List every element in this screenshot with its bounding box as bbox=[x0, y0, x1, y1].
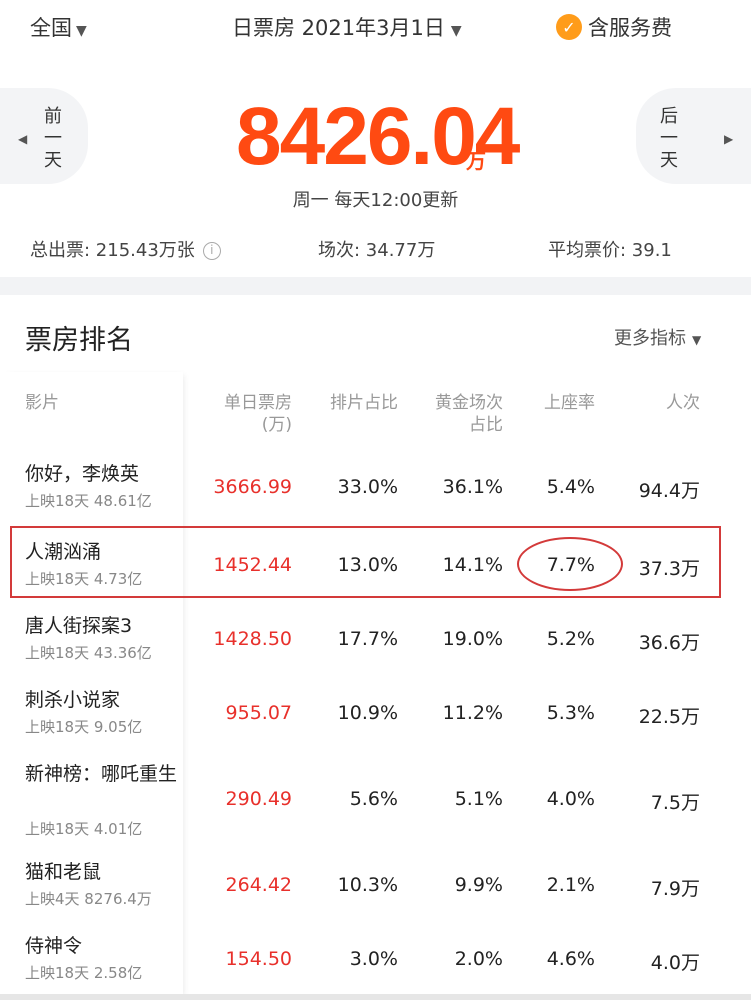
update-note: 周一 每天12:00更新 bbox=[292, 190, 459, 211]
screening-share-cell: 10.3% bbox=[337, 874, 398, 896]
table-row[interactable]: 刺杀小说家上映18天 9.05亿 955.07 10.9% 11.2% 5.3% 22.5… bbox=[0, 688, 751, 758]
film-name: 侍神令 bbox=[25, 935, 83, 957]
next-char: 一 bbox=[660, 128, 678, 149]
top-bar: 全国 ▼ 日票房 2021年3月1日 ▼ ✓ 含服务费 bbox=[0, 0, 751, 60]
bottom-divider bbox=[0, 994, 751, 1000]
check-icon: ✓ bbox=[556, 14, 582, 40]
attendance-cell: 4.0万 bbox=[650, 952, 700, 974]
film-release-info: 上映18天 2.58亿 bbox=[25, 964, 143, 982]
date-selector[interactable]: 日票房 2021年3月1日 ▼ bbox=[232, 12, 462, 42]
header-attendance[interactable]: 人次 bbox=[620, 392, 700, 414]
header-screening-share[interactable]: 排片占比 bbox=[310, 392, 398, 414]
date-label: 日票房 2021年3月1日 bbox=[232, 16, 445, 40]
screening-share-cell: 10.9% bbox=[337, 702, 398, 724]
golden-share-cell: 11.2% bbox=[442, 702, 503, 724]
table-row[interactable]: 侍神令上映18天 2.58亿 154.50 3.0% 2.0% 4.6% 4.0万 bbox=[0, 934, 751, 1000]
next-char: 天 bbox=[660, 150, 678, 171]
caret-down-icon: ▼ bbox=[450, 23, 462, 39]
header-occupancy[interactable]: 上座率 bbox=[520, 392, 595, 414]
golden-share-cell: 5.1% bbox=[454, 788, 503, 810]
golden-share-cell: 19.0% bbox=[442, 628, 503, 650]
film-release-info: 上映18天 4.01亿 bbox=[25, 820, 143, 838]
film-release-info: 上映18天 9.05亿 bbox=[25, 718, 143, 736]
golden-share-cell: 36.1% bbox=[442, 476, 503, 498]
attendance-cell: 22.5万 bbox=[638, 706, 700, 728]
service-fee-toggle[interactable]: ✓ 含服务费 bbox=[556, 12, 672, 42]
screening-share-cell: 5.6% bbox=[349, 788, 398, 810]
occupancy-cell: 5.2% bbox=[546, 628, 595, 650]
box-office-cell: 3666.99 bbox=[213, 476, 292, 498]
header-golden-share[interactable]: 黄金场次 占比 bbox=[415, 392, 503, 436]
film-name: 新神榜：哪吒重生 bbox=[25, 763, 178, 785]
header-film: 影片 bbox=[25, 393, 59, 413]
golden-share-cell: 2.0% bbox=[454, 948, 503, 970]
film-name: 你好，李焕英 bbox=[25, 463, 140, 485]
film-name: 刺杀小说家 bbox=[25, 689, 121, 711]
region-selector[interactable]: 全国 ▼ bbox=[30, 12, 87, 42]
table-row[interactable]: 你好，李焕英上映18天 48.61亿 3666.99 33.0% 36.1% 5.4% 9… bbox=[0, 462, 751, 532]
box-office-cell: 290.49 bbox=[225, 788, 292, 810]
info-icon[interactable]: i bbox=[202, 242, 221, 260]
avg-price-stat: 平均票价: 39.1 bbox=[548, 240, 672, 261]
next-char: 后 bbox=[660, 106, 678, 127]
box-office-cell: 154.50 bbox=[225, 948, 292, 970]
prev-char: 天 bbox=[44, 150, 62, 171]
screening-share-cell: 17.7% bbox=[337, 628, 398, 650]
screening-share-cell: 33.0% bbox=[337, 476, 398, 498]
occupancy-cell: 2.1% bbox=[546, 874, 595, 896]
film-release-info: 上映18天 43.36亿 bbox=[25, 644, 152, 662]
next-day-button[interactable]: 后 一 天 ▶ bbox=[636, 88, 751, 184]
prev-char: 一 bbox=[44, 128, 62, 149]
screening-share-cell: 3.0% bbox=[349, 948, 398, 970]
occupancy-cell: 4.6% bbox=[546, 948, 595, 970]
box-office-cell: 1428.50 bbox=[213, 628, 292, 650]
caret-down-icon: ▼ bbox=[692, 333, 702, 347]
section-divider bbox=[0, 277, 751, 295]
caret-down-icon: ▼ bbox=[76, 23, 87, 39]
golden-share-cell: 9.9% bbox=[454, 874, 503, 896]
film-release-info: 上映4天 8276.4万 bbox=[25, 890, 152, 908]
attendance-cell: 36.6万 bbox=[638, 632, 700, 654]
attendance-cell: 94.4万 bbox=[638, 480, 700, 502]
table-row[interactable]: 新神榜：哪吒重生上映18天 4.01亿 290.49 5.6% 5.1% 4.0% 7.5… bbox=[0, 762, 751, 838]
right-arrow-icon: ▶ bbox=[724, 132, 734, 146]
occupancy-cell: 5.3% bbox=[546, 702, 595, 724]
tickets-stat: 总出票: 215.43万张 i bbox=[30, 236, 221, 262]
header-box-office[interactable]: 单日票房 (万) bbox=[210, 392, 292, 436]
prev-char: 前 bbox=[44, 106, 62, 127]
tickets-label: 总出票: 215.43万张 bbox=[30, 240, 195, 261]
occupancy-cell: 5.4% bbox=[546, 476, 595, 498]
film-name: 猫和老鼠 bbox=[25, 861, 102, 883]
ranking-title: 票房排名 bbox=[25, 325, 133, 356]
table-row[interactable]: 唐人街探案3 上映18天 43.36亿 1428.50 17.7% 19.0% 5.2% 3… bbox=[0, 614, 751, 684]
attendance-cell: 7.5万 bbox=[650, 792, 700, 814]
table-row[interactable]: 猫和老鼠上映4天 8276.4万 264.42 10.3% 9.9% 2.1% 7.9万 bbox=[0, 860, 751, 930]
box-office-cell: 955.07 bbox=[225, 702, 292, 724]
total-unit: 万 bbox=[466, 149, 486, 173]
box-office-cell: 264.42 bbox=[225, 874, 292, 896]
highlight-circle bbox=[517, 537, 623, 591]
more-metrics-label: 更多指标 bbox=[614, 328, 686, 349]
left-arrow-icon: ◀ bbox=[18, 132, 28, 146]
film-release-info: 上映18天 48.61亿 bbox=[25, 492, 152, 510]
region-label: 全国 bbox=[30, 16, 72, 40]
film-name: 唐人街探案3 bbox=[25, 615, 133, 637]
more-metrics-button[interactable]: 更多指标 ▼ bbox=[614, 324, 701, 350]
attendance-cell: 7.9万 bbox=[650, 878, 700, 900]
shows-stat: 场次: 34.77万 bbox=[318, 240, 436, 261]
prev-day-button[interactable]: ◀ 前 一 天 bbox=[0, 88, 88, 184]
occupancy-cell: 4.0% bbox=[546, 788, 595, 810]
service-fee-label: 含服务费 bbox=[588, 16, 672, 40]
